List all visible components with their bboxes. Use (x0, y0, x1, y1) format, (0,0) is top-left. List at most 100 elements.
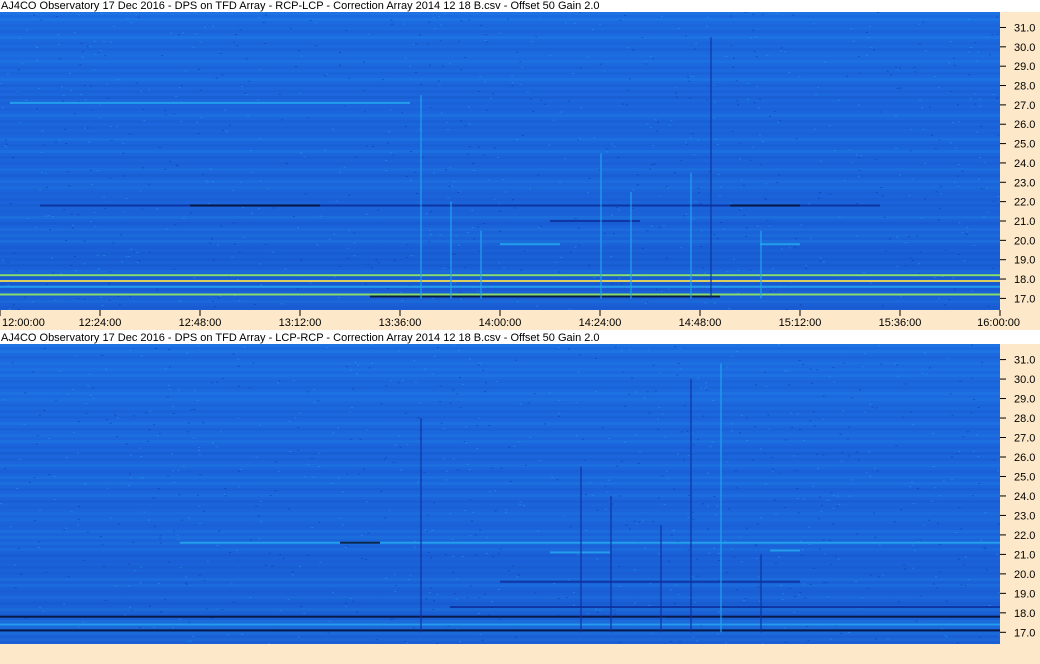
heatmap-noise (297, 427, 300, 428)
heatmap-noise (349, 598, 352, 600)
heatmap-noise (385, 577, 388, 579)
heatmap-noise (109, 177, 112, 179)
heatmap-noise (370, 267, 373, 269)
heatmap-noise (988, 605, 991, 606)
heatmap-noise (476, 425, 479, 427)
heatmap-noise (740, 414, 743, 416)
heatmap-noise (259, 424, 261, 426)
heatmap-striation (0, 368, 1000, 371)
heatmap-noise (822, 539, 825, 541)
heatmap-noise (328, 620, 331, 622)
heatmap-noise (120, 234, 122, 236)
heatmap-noise (492, 556, 495, 558)
heatmap-noise (385, 457, 388, 459)
heatmap-noise (586, 613, 589, 615)
heatmap-noise (158, 582, 161, 584)
heatmap-noise (894, 363, 897, 365)
heatmap-striation (0, 174, 1000, 177)
heatmap-noise (45, 215, 48, 217)
heatmap-noise (346, 366, 349, 367)
heatmap-striation (0, 578, 1000, 581)
heatmap-noise (143, 120, 146, 122)
heatmap-noise (61, 86, 63, 88)
heatmap-noise (692, 444, 695, 446)
heatmap-noise (697, 187, 700, 189)
heatmap-noise (346, 257, 349, 259)
heatmap-noise (595, 609, 597, 611)
heatmap-noise (743, 214, 746, 216)
heatmap-noise (577, 554, 580, 555)
heatmap-noise (904, 568, 906, 570)
heatmap-noise (967, 18, 970, 20)
heatmap-noise (481, 639, 484, 641)
heatmap-noise (178, 389, 181, 391)
heatmap-noise (343, 166, 346, 168)
heatmap-noise (24, 617, 27, 619)
heatmap-noise (196, 399, 199, 401)
heatmap-noise (752, 29, 755, 31)
heatmap-noise (494, 510, 497, 512)
heatmap-noise (675, 86, 678, 88)
heatmap-noise (268, 552, 271, 554)
heatmap-noise (577, 371, 580, 373)
heatmap-noise (733, 556, 736, 558)
heatmap-noise (808, 203, 811, 205)
heatmap-noise (406, 257, 409, 258)
heatmap-noise (743, 599, 745, 601)
heatmap-noise (221, 74, 224, 76)
emission-band (0, 285, 1000, 288)
heatmap-noise (812, 567, 815, 569)
heatmap-noise (229, 552, 232, 554)
heatmap-noise (878, 576, 880, 578)
heatmap-striation (0, 168, 1000, 171)
heatmap-noise (193, 409, 196, 410)
heatmap-noise (96, 254, 99, 256)
heatmap-noise (333, 276, 336, 278)
heatmap-noise (247, 115, 250, 117)
heatmap-striation (0, 18, 1000, 21)
heatmap-noise (468, 123, 471, 125)
heatmap-noise (526, 91, 529, 93)
frequency-tick-label: 28.0 (1014, 413, 1035, 425)
heatmap-noise (738, 209, 741, 211)
heatmap-noise (658, 407, 661, 409)
heatmap-noise (933, 277, 936, 278)
heatmap-noise (781, 599, 784, 601)
heatmap-noise (859, 155, 862, 157)
heatmap-noise (696, 640, 699, 642)
heatmap-noise (527, 402, 530, 404)
heatmap-noise (116, 436, 118, 438)
heatmap-noise (693, 601, 696, 603)
heatmap-noise (388, 131, 391, 132)
heatmap-noise (40, 171, 43, 173)
heatmap-noise (98, 104, 101, 106)
heatmap-noise (124, 614, 127, 616)
heatmap-noise (909, 257, 912, 259)
heatmap-noise (77, 505, 80, 507)
heatmap-noise (657, 428, 660, 430)
heatmap-noise (895, 66, 897, 68)
heatmap-noise (674, 92, 677, 94)
heatmap-striation (0, 120, 1000, 123)
heatmap-noise (723, 228, 726, 230)
emission-band (0, 280, 1000, 282)
heatmap-noise (459, 377, 461, 379)
heatmap-noise (478, 612, 480, 614)
heatmap-striation (0, 84, 1000, 87)
heatmap-noise (454, 253, 457, 255)
heatmap-noise (616, 465, 619, 467)
heatmap-noise (319, 561, 322, 563)
heatmap-noise (673, 172, 676, 174)
heatmap-noise (856, 235, 859, 237)
heatmap-striation (0, 180, 1000, 183)
heatmap-noise (205, 608, 208, 610)
heatmap-noise (890, 74, 893, 76)
heatmap-noise (952, 57, 955, 59)
heatmap-noise (778, 174, 781, 176)
time-tick-label: 13:36:00 (379, 317, 422, 329)
heatmap-noise (137, 16, 140, 18)
heatmap-noise (585, 494, 588, 496)
heatmap-noise (920, 107, 923, 109)
heatmap-noise (148, 252, 151, 253)
heatmap-noise (216, 244, 219, 246)
